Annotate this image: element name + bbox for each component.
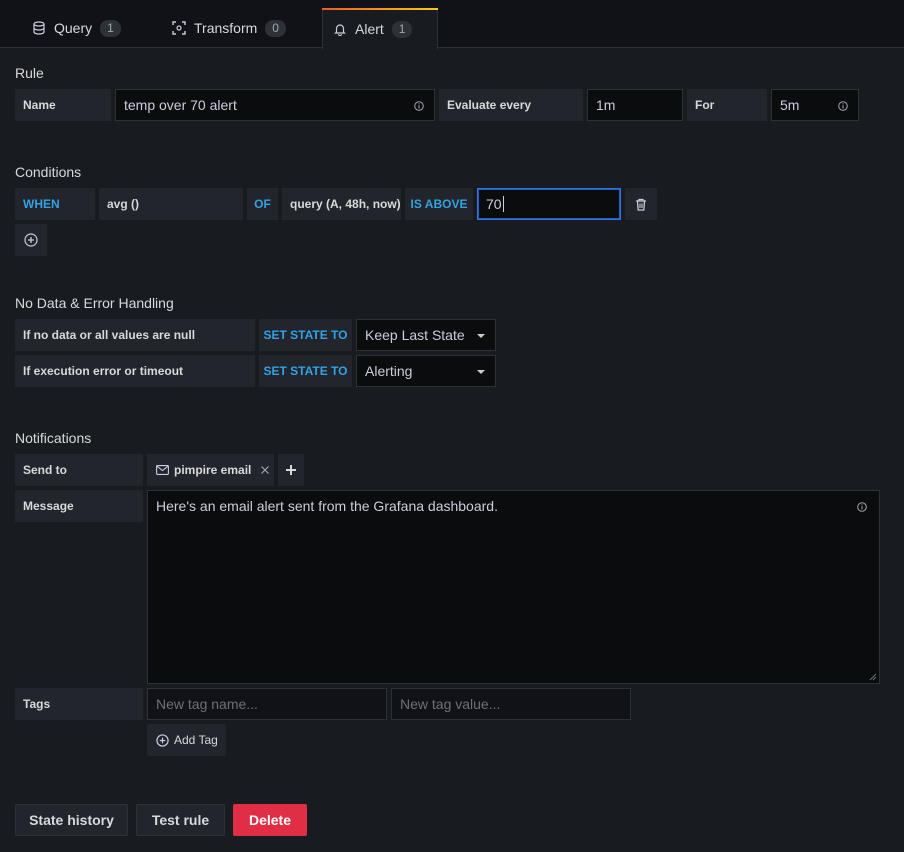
evaluate-every-label: Evaluate every <box>439 89 583 121</box>
rule-name-label: Name <box>15 89 111 121</box>
transform-icon <box>172 21 186 35</box>
send-to-label: Send to <box>15 454 143 486</box>
no-data-state-value: Keep Last State <box>365 327 465 343</box>
trash-icon <box>636 198 646 211</box>
message-label: Message <box>15 490 143 522</box>
tag-name-placeholder: New tag name... <box>156 696 258 712</box>
threshold-value: 70 <box>486 196 502 212</box>
rule-section-title: Rule <box>15 65 44 81</box>
tab-bar: Query 1 Transform 0 Alert 1 <box>0 0 904 49</box>
close-icon[interactable] <box>260 465 270 475</box>
plus-circle-icon <box>24 233 38 247</box>
plus-icon <box>286 465 296 475</box>
no-data-state-select[interactable]: Keep Last State <box>356 319 496 351</box>
set-state-keyword: SET STATE TO <box>259 319 352 351</box>
message-text: Here's an email alert sent from the Graf… <box>156 498 498 514</box>
tag-value-placeholder: New tag value... <box>400 696 501 712</box>
tab-alert-count: 1 <box>391 20 413 38</box>
tab-transform[interactable]: Transform 0 <box>162 8 300 48</box>
tags-label: Tags <box>15 688 143 720</box>
add-condition-button[interactable] <box>15 224 47 256</box>
reducer-select[interactable]: avg () <box>99 188 243 220</box>
rule-name-input[interactable]: temp over 70 alert <box>115 89 435 121</box>
evaluator-select[interactable]: IS ABOVE <box>405 188 473 220</box>
for-value: 5m <box>780 97 800 113</box>
resize-handle-icon[interactable] <box>869 673 877 681</box>
query-selector[interactable]: query (A, 48h, now) <box>282 188 401 220</box>
for-input[interactable]: 5m <box>771 89 859 121</box>
add-tag-label: Add Tag <box>174 733 218 747</box>
info-icon[interactable] <box>857 502 867 512</box>
tag-name-input[interactable]: New tag name... <box>147 688 387 720</box>
exec-error-label: If execution error or timeout <box>15 355 255 387</box>
no-data-label: If no data or all values are null <box>15 319 255 351</box>
bell-icon <box>334 24 346 36</box>
delete-button[interactable]: Delete <box>233 804 307 836</box>
no-data-section-title: No Data & Error Handling <box>15 295 174 311</box>
delete-condition-button[interactable] <box>625 188 657 220</box>
info-icon[interactable] <box>838 101 848 111</box>
state-history-button[interactable]: State history <box>15 804 128 836</box>
exec-error-state-value: Alerting <box>365 363 413 379</box>
set-state-keyword: SET STATE TO <box>259 355 352 387</box>
tab-alert[interactable]: Alert 1 <box>322 8 438 49</box>
text-cursor <box>502 196 504 212</box>
tab-query-count: 1 <box>100 19 121 37</box>
caret-down-icon <box>477 334 485 338</box>
add-notification-button[interactable] <box>278 454 304 486</box>
envelope-icon <box>156 465 169 475</box>
rule-name-value: temp over 70 alert <box>124 97 237 113</box>
exec-error-state-select[interactable]: Alerting <box>356 355 496 387</box>
tag-value-input[interactable]: New tag value... <box>391 688 631 720</box>
tab-transform-count: 0 <box>265 19 286 37</box>
database-icon <box>33 21 45 35</box>
caret-down-icon <box>477 370 485 374</box>
plus-circle-icon <box>156 733 169 747</box>
info-icon[interactable] <box>414 101 424 111</box>
tab-alert-label: Alert <box>355 21 384 37</box>
notification-channel-chip: pimpire email <box>147 454 274 486</box>
evaluate-every-input[interactable]: 1m <box>587 89 683 121</box>
threshold-input[interactable]: 70 <box>477 188 621 220</box>
notification-channel-name: pimpire email <box>174 463 252 477</box>
tab-query[interactable]: Query 1 <box>22 8 135 48</box>
add-tag-button[interactable]: Add Tag <box>147 724 226 756</box>
tab-query-label: Query <box>54 20 93 36</box>
notifications-section-title: Notifications <box>15 430 92 446</box>
when-keyword: WHEN <box>15 188 95 220</box>
conditions-section-title: Conditions <box>15 164 82 180</box>
for-label: For <box>687 89 767 121</box>
tab-transform-label: Transform <box>194 20 258 36</box>
evaluate-every-value: 1m <box>596 97 616 113</box>
message-textarea[interactable]: Here's an email alert sent from the Graf… <box>147 490 880 684</box>
of-keyword: OF <box>247 188 278 220</box>
test-rule-button[interactable]: Test rule <box>136 804 225 836</box>
